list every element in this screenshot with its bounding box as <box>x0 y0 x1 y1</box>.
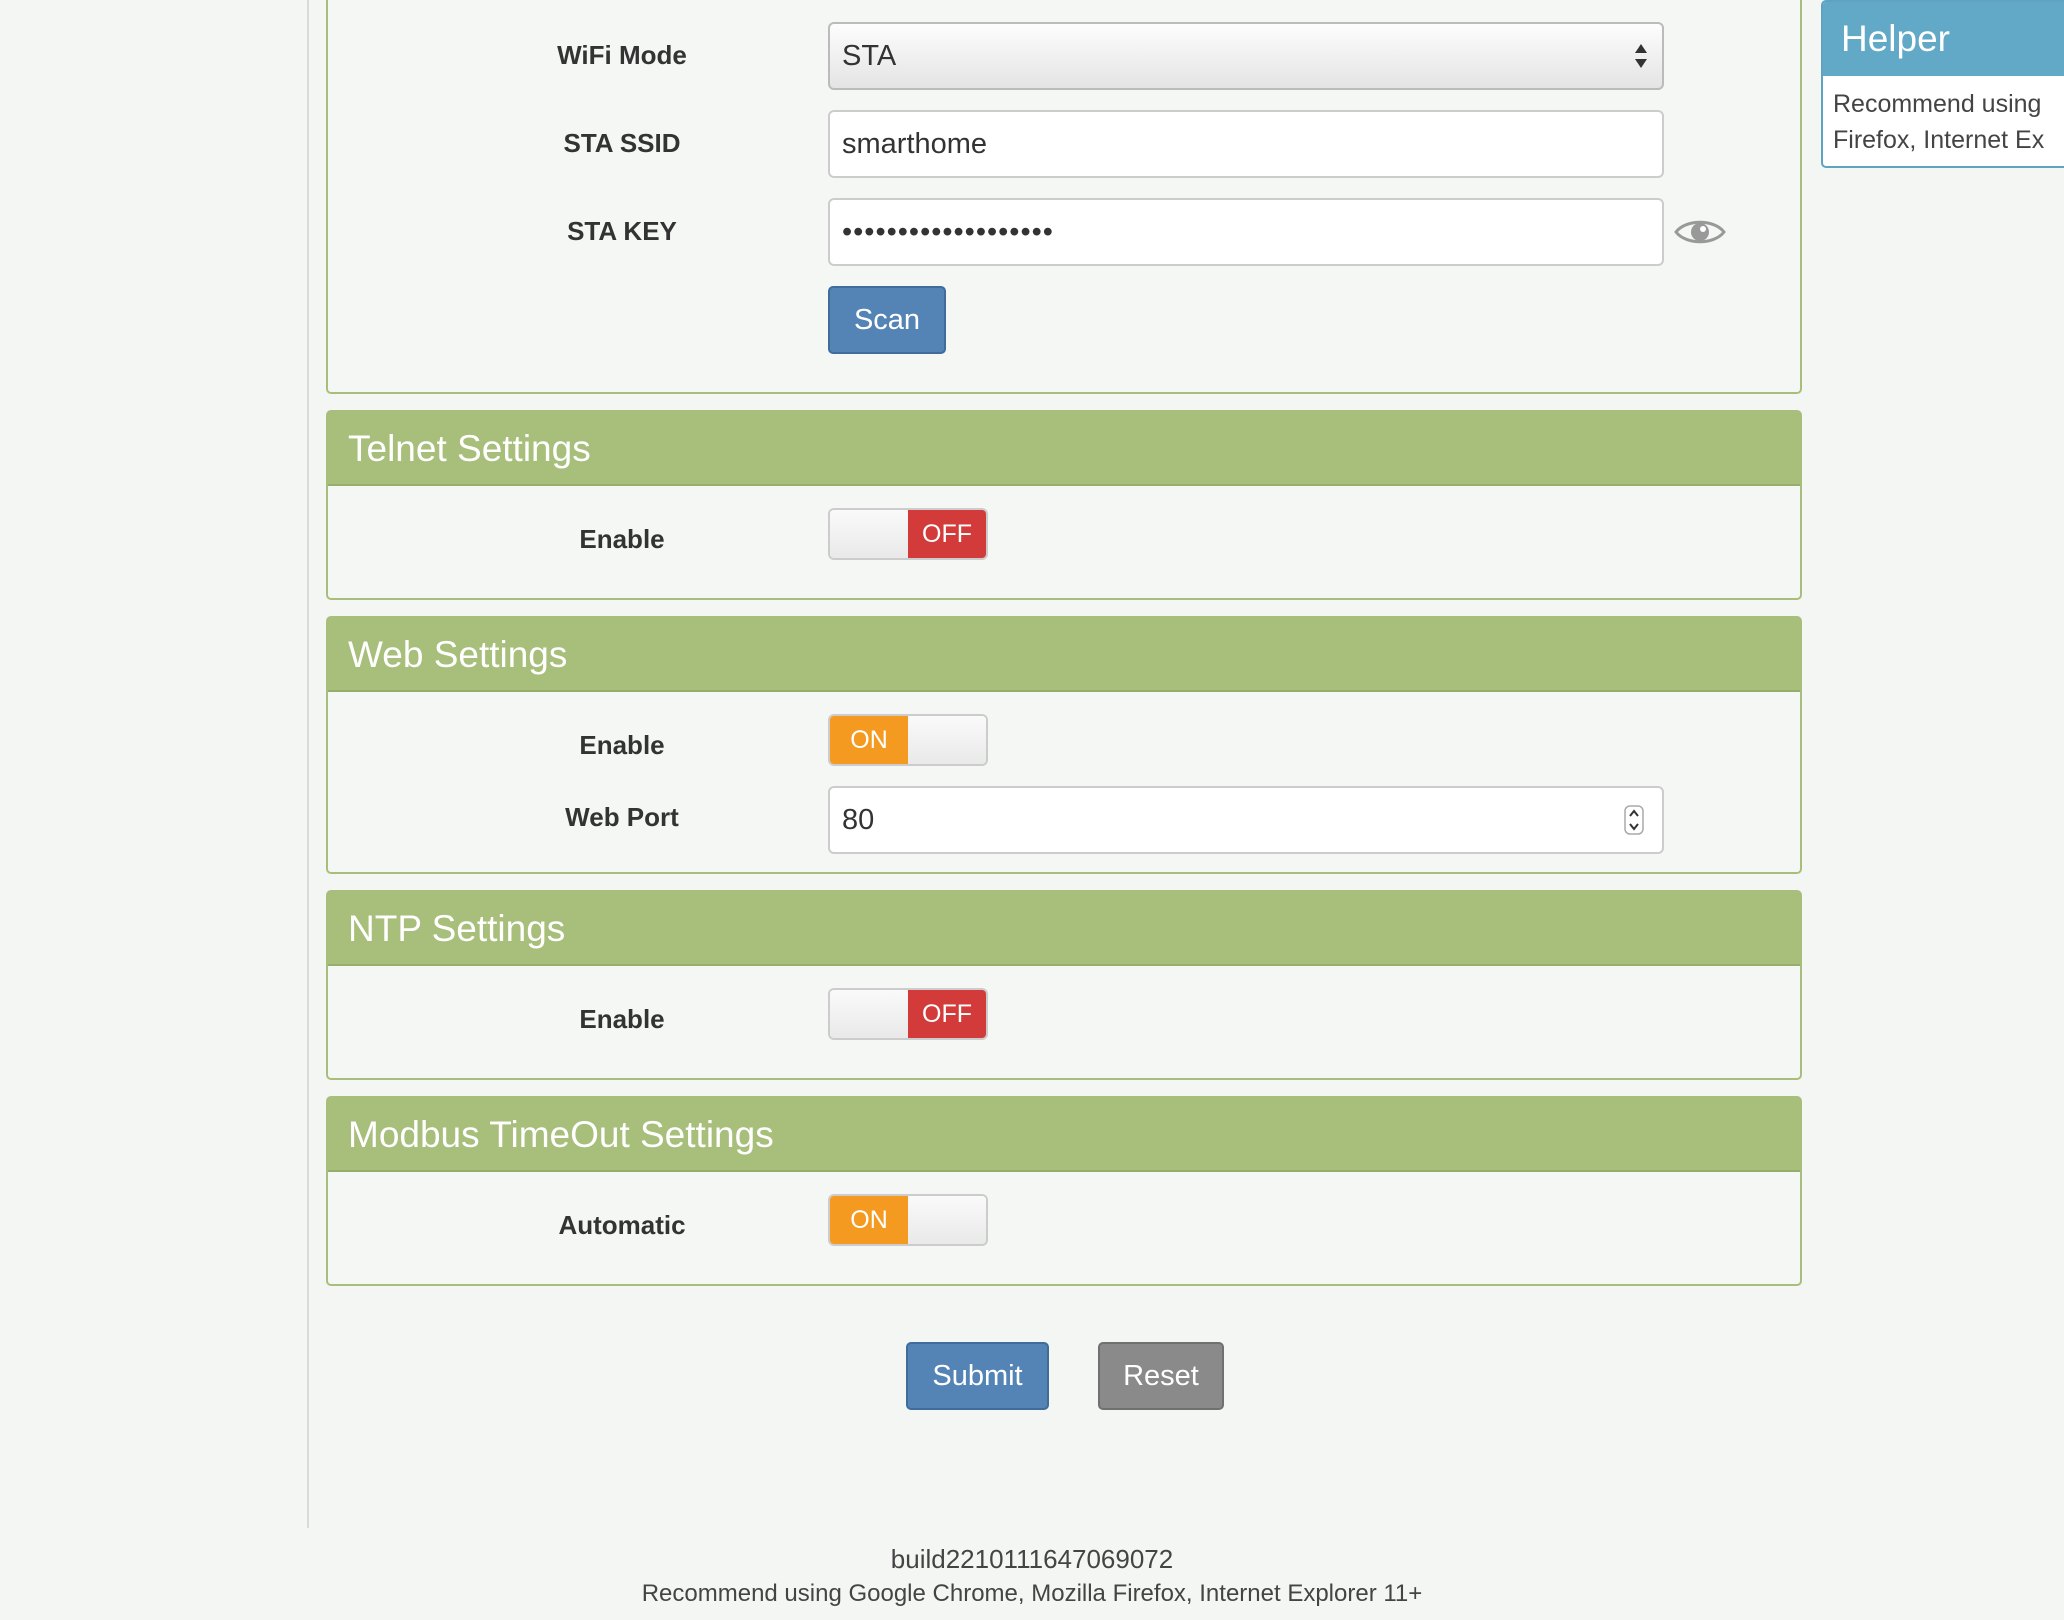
helper-line-1: Recommend using <box>1833 90 2042 118</box>
helper-line-2: Firefox, Internet Ex <box>1833 126 2045 154</box>
footer: build2210111647069072 Recommend using Go… <box>0 1528 2064 1620</box>
reset-button[interactable]: Reset <box>1098 1342 1224 1410</box>
web-settings-panel: Web Settings Enable ON Web Port 80 <box>326 616 1802 874</box>
wifi-mode-select[interactable]: STA <box>828 22 1664 90</box>
web-port-input[interactable]: 80 <box>828 786 1664 854</box>
modbus-timeout-title: Modbus TimeOut Settings <box>328 1098 1800 1172</box>
build-version: build2210111647069072 <box>890 1544 1174 1574</box>
ntp-settings-title: NTP Settings <box>328 892 1800 966</box>
toggle-knob <box>908 1196 986 1244</box>
modbus-timeout-panel: Modbus TimeOut Settings Automatic ON <box>326 1096 1802 1286</box>
select-arrows-icon <box>1635 44 1647 68</box>
web-settings-title: Web Settings <box>328 618 1800 692</box>
helper-panel: Helper Recommend using Firefox, Internet… <box>1821 0 2064 168</box>
toggle-state: OFF <box>908 990 986 1038</box>
telnet-settings-panel: Telnet Settings Enable OFF <box>326 410 1802 600</box>
toggle-knob <box>830 510 908 558</box>
scan-button[interactable]: Scan <box>828 286 946 354</box>
telnet-settings-title: Telnet Settings <box>328 412 1800 486</box>
toggle-knob <box>830 990 908 1038</box>
telnet-enable-toggle[interactable]: OFF <box>828 508 988 560</box>
helper-text: Recommend using Firefox, Internet Ex <box>1823 76 2064 166</box>
wifi-mode-value: STA <box>842 40 897 72</box>
ntp-settings-panel: NTP Settings Enable OFF <box>326 890 1802 1080</box>
browser-recommendation: Recommend using Google Chrome, Mozilla F… <box>641 1580 1423 1607</box>
web-port-value: 80 <box>842 804 875 836</box>
sta-key-input[interactable]: ••••••••••••••••••• <box>828 198 1664 266</box>
ntp-enable-toggle[interactable]: OFF <box>828 988 988 1040</box>
submit-button[interactable]: Submit <box>906 1342 1049 1410</box>
helper-title: Helper <box>1823 2 2064 76</box>
toggle-knob <box>908 716 986 764</box>
toggle-state: ON <box>830 1196 908 1244</box>
number-spinner-icon[interactable] <box>1624 805 1644 835</box>
left-divider <box>307 0 309 1528</box>
eye-icon[interactable] <box>1674 216 1726 248</box>
toggle-state: OFF <box>908 510 986 558</box>
toggle-state: ON <box>830 716 908 764</box>
wifi-settings-panel: WiFi Mode STA STA SSID smarthome STA KEY… <box>326 0 1802 394</box>
modbus-automatic-toggle[interactable]: ON <box>828 1194 988 1246</box>
page: WiFi Mode STA STA SSID smarthome STA KEY… <box>0 0 2064 1620</box>
web-enable-toggle[interactable]: ON <box>828 714 988 766</box>
sta-ssid-input[interactable]: smarthome <box>828 110 1664 178</box>
